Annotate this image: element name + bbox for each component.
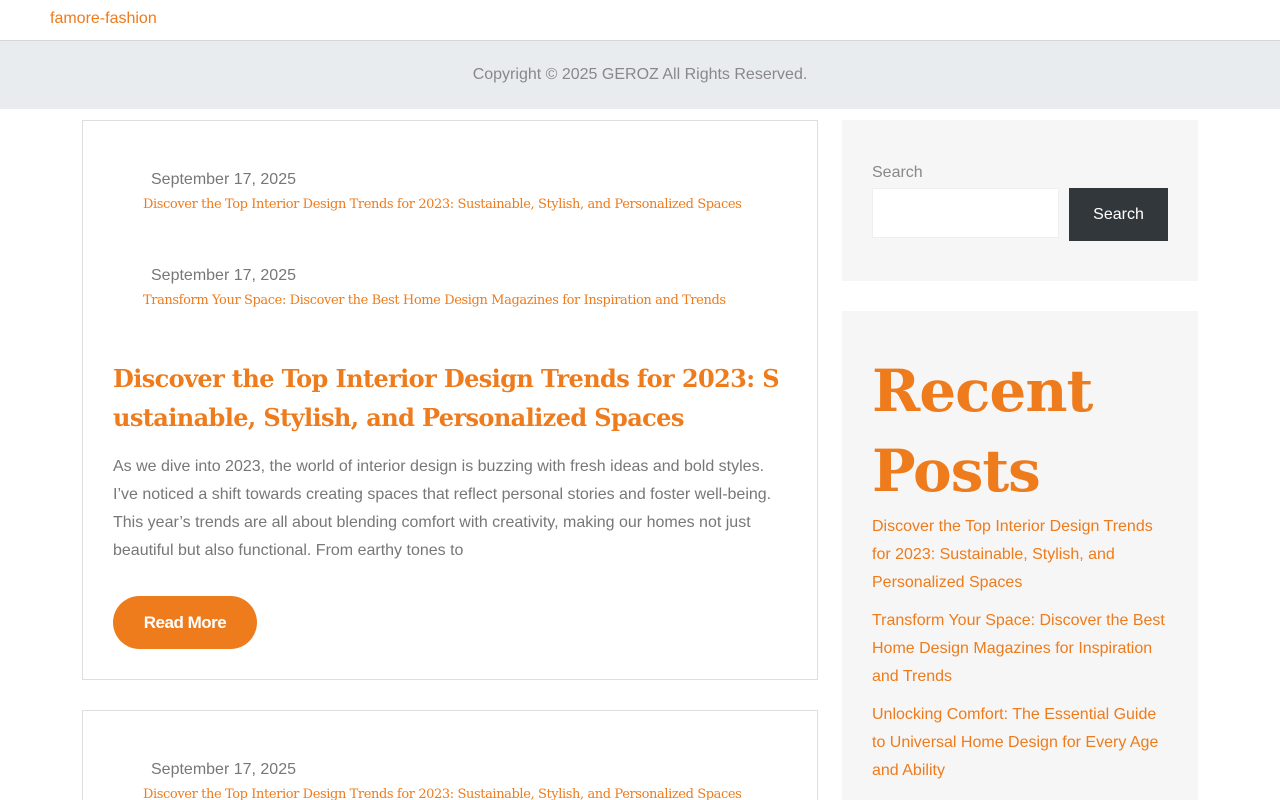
post-card: September 17, 2025 Discover the Top Inte… [82, 710, 818, 800]
recent-post-link[interactable]: Discover the Top Interior Design Trends … [872, 518, 1153, 591]
post-excerpt: As we dive into 2023, the world of inter… [113, 458, 772, 559]
top-bar: famore-fashion [0, 0, 1280, 41]
recent-posts-heading: Recent Posts [872, 357, 1093, 505]
read-more-button[interactable]: Read More [113, 596, 257, 649]
recent-posts-widget: Recent Posts Discover the Top Interior D… [842, 311, 1198, 800]
search-button[interactable]: Search [1069, 188, 1168, 241]
copyright-bar: Copyright © 2025 GEROZ All Rights Reserv… [0, 41, 1280, 109]
related-post-link[interactable]: Discover the Top Interior Design Trends … [143, 197, 742, 212]
post-card: September 17, 2025 Discover the Top Inte… [82, 120, 818, 680]
list-item: Unlocking Comfort: The Essential Guide t… [872, 701, 1172, 785]
post-title-link[interactable]: Discover the Top Interior Design Trends … [113, 359, 793, 437]
related-post-link[interactable]: Discover the Top Interior Design Trends … [143, 787, 742, 800]
related-post-date: September 17, 2025 [151, 267, 296, 284]
recent-posts-list: Discover the Top Interior Design Trends … [872, 513, 1172, 795]
search-widget: Search Search [842, 120, 1198, 281]
search-label: Search [872, 164, 923, 181]
recent-post-link[interactable]: Unlocking Comfort: The Essential Guide t… [872, 706, 1158, 779]
site-title-link[interactable]: famore-fashion [50, 10, 157, 28]
search-input[interactable] [872, 188, 1059, 238]
list-item: Transform Your Space: Discover the Best … [872, 607, 1172, 691]
related-post-date: September 17, 2025 [151, 761, 296, 778]
recent-post-link[interactable]: Transform Your Space: Discover the Best … [872, 612, 1165, 685]
related-post-link[interactable]: Transform Your Space: Discover the Best … [143, 293, 726, 308]
related-post-date: September 17, 2025 [151, 171, 296, 188]
copyright-text: Copyright © 2025 GEROZ All Rights Reserv… [472, 66, 808, 83]
list-item: Discover the Top Interior Design Trends … [872, 513, 1172, 597]
